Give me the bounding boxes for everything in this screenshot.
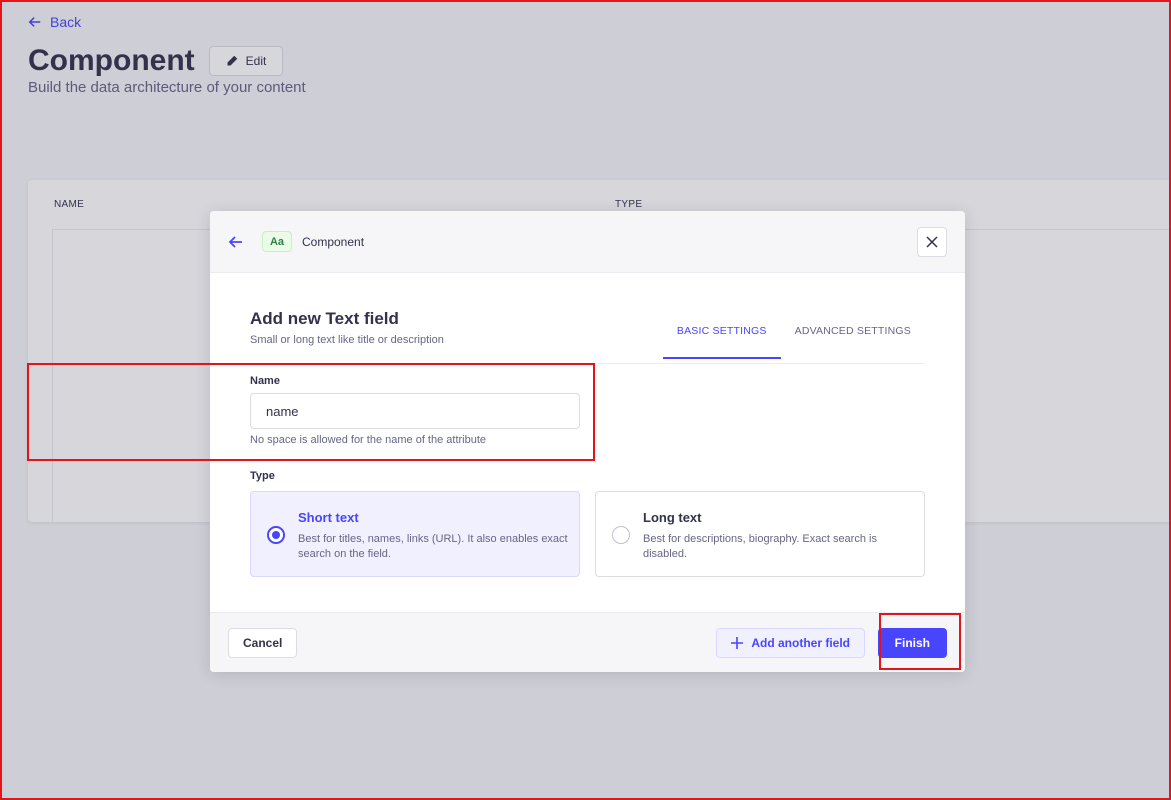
settings-tabs: BASIC SETTINGS ADVANCED SETTINGS (662, 319, 925, 359)
plus-icon (731, 637, 744, 649)
text-type-badge: Aa (262, 231, 292, 252)
option-title: Short text (298, 510, 359, 525)
close-icon (926, 236, 938, 248)
divider (250, 363, 925, 364)
finish-button[interactable]: Finish (877, 628, 947, 658)
modal-header: Aa Component (210, 211, 965, 273)
add-field-label: Add another field (751, 636, 850, 650)
radio-long-text[interactable] (612, 526, 630, 544)
modal-header-title: Component (302, 234, 365, 249)
close-button[interactable] (917, 227, 947, 257)
cancel-button[interactable]: Cancel (228, 628, 298, 658)
name-label: Name (250, 375, 280, 387)
name-input[interactable] (250, 393, 580, 429)
option-description: Best for titles, names, links (URL). It … (298, 533, 568, 560)
type-option-long-text[interactable]: Long text Best for descriptions, biograp… (595, 491, 925, 577)
type-option-short-text[interactable]: Short text Best for titles, names, links… (250, 491, 580, 577)
name-hint: No space is allowed for the name of the … (250, 434, 487, 446)
tab-basic-settings[interactable]: BASIC SETTINGS (662, 319, 781, 359)
add-another-field-button[interactable]: Add another field (716, 628, 865, 658)
add-field-modal: Aa Component Add new Text field Small or… (210, 211, 965, 672)
arrow-left-icon[interactable] (228, 234, 244, 250)
tab-advanced-settings[interactable]: ADVANCED SETTINGS (781, 319, 925, 359)
option-description: Best for descriptions, biography. Exact … (643, 533, 877, 560)
form-subtitle: Small or long text like title or descrip… (250, 334, 444, 346)
modal-footer: Cancel Add another field Finish (210, 612, 965, 672)
radio-short-text[interactable] (267, 526, 285, 544)
type-label: Type (250, 470, 275, 482)
form-title: Add new Text field (250, 309, 399, 328)
option-title: Long text (643, 510, 702, 525)
